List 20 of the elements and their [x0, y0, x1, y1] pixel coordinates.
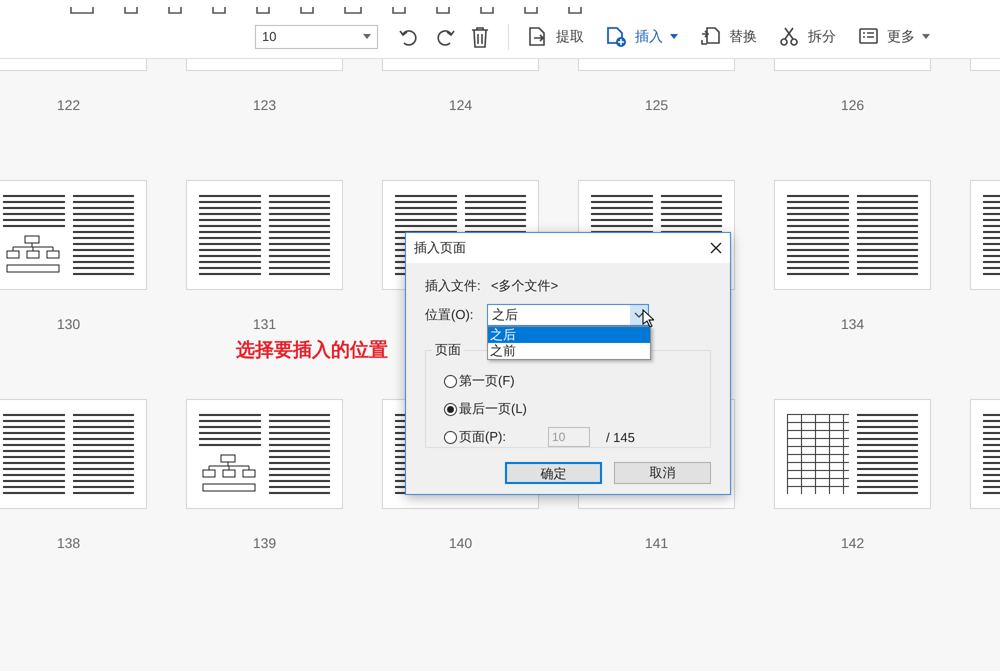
group-title: 页面 — [434, 341, 462, 359]
field-label: 位置(O): — [425, 306, 474, 324]
page-number: 122 — [56, 96, 80, 115]
file-value: <多个文件> — [491, 277, 558, 295]
page-number: 126 — [840, 96, 864, 115]
page-number: 131 — [252, 315, 276, 334]
annotation-text: 选择要插入的位置 — [236, 340, 388, 361]
page-number: 139 — [252, 534, 276, 553]
page-number: 138 — [56, 534, 80, 553]
page-total: / 145 — [606, 430, 635, 444]
page-number: 134 — [840, 315, 864, 334]
page-number: 142 — [840, 534, 864, 553]
page-number: 123 — [252, 96, 276, 115]
field-label: 插入文件: — [425, 277, 482, 295]
page-number: 125 — [644, 96, 668, 115]
page-number: 124 — [448, 96, 472, 115]
page-number: 140 — [448, 534, 472, 553]
page-number: 141 — [644, 534, 668, 553]
page-number: 130 — [56, 315, 80, 334]
dialog-title: 插入页面 — [414, 239, 466, 257]
